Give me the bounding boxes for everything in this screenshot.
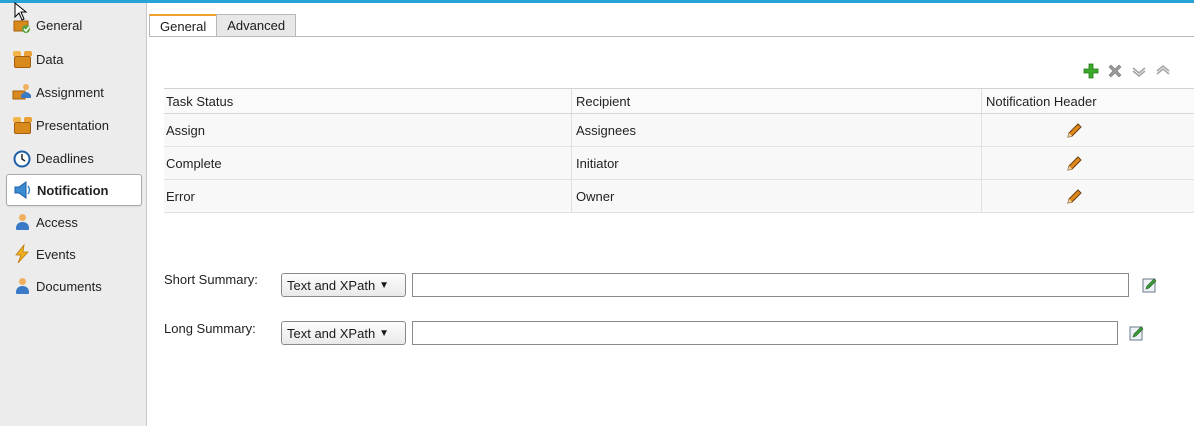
- expression-builder-icon[interactable]: [1128, 324, 1146, 342]
- select-value: Text and XPath: [287, 277, 376, 293]
- access-icon: [12, 212, 32, 232]
- sidebar-item-label: Documents: [36, 278, 102, 294]
- edit-pencil-icon[interactable]: [1064, 153, 1084, 173]
- task-status-cell: Assign: [164, 114, 572, 146]
- notification-table: Task Status Recipient Notification Heade…: [164, 88, 1194, 213]
- tab-advanced[interactable]: Advanced: [216, 14, 297, 37]
- edit-pencil-icon[interactable]: [1064, 120, 1084, 140]
- tab-general[interactable]: General: [149, 14, 218, 37]
- column-header-task-status[interactable]: Task Status: [164, 89, 572, 113]
- sidebar-item-label: Deadlines: [36, 150, 94, 166]
- dropdown-arrow-icon: ▼: [379, 279, 390, 291]
- task-status-cell: Error: [164, 180, 572, 212]
- notification-header-cell: [982, 180, 1194, 212]
- expression-builder-icon[interactable]: [1141, 276, 1159, 294]
- sidebar-item-deadlines[interactable]: Deadlines: [6, 143, 140, 173]
- presentation-icon: [12, 115, 32, 135]
- short-summary-mode-select[interactable]: Text and XPath ▼: [281, 273, 406, 297]
- sidebar-item-data[interactable]: Data: [6, 44, 140, 74]
- long-summary-input[interactable]: [412, 321, 1118, 345]
- recipient-cell: Assignees: [572, 114, 982, 146]
- notification-icon: [13, 180, 33, 200]
- table-row[interactable]: Assign Assignees: [164, 114, 1194, 147]
- column-header-notification-header[interactable]: Notification Header: [982, 89, 1194, 113]
- sidebar-item-label: Data: [36, 51, 64, 67]
- sidebar-item-label: Presentation: [36, 117, 109, 133]
- long-summary-mode-select[interactable]: Text and XPath ▼: [281, 321, 406, 345]
- sidebar-item-presentation[interactable]: Presentation: [6, 110, 140, 140]
- window-top-border: [0, 0, 1194, 3]
- tab-content-border: [149, 36, 1194, 37]
- sidebar-item-label: Access: [36, 214, 78, 230]
- delete-x-icon[interactable]: [1106, 62, 1124, 80]
- edit-pencil-icon[interactable]: [1064, 186, 1084, 206]
- table-row[interactable]: Error Owner: [164, 180, 1194, 213]
- chevron-down-icon[interactable]: [1130, 62, 1148, 80]
- select-value: Text and XPath: [287, 325, 376, 341]
- table-header-row: Task Status Recipient Notification Heade…: [164, 89, 1194, 114]
- dropdown-arrow-icon: ▼: [379, 327, 390, 339]
- sidebar-item-label: General: [36, 17, 83, 33]
- mouse-cursor-icon: [14, 2, 28, 21]
- sidebar: General Data Assignment Presentation Dea…: [0, 3, 147, 426]
- task-status-cell: Complete: [164, 147, 572, 179]
- events-lightning-icon: [12, 243, 32, 264]
- notification-header-cell: [982, 147, 1194, 179]
- notification-header-cell: [982, 114, 1194, 146]
- plus-icon[interactable]: [1082, 62, 1100, 80]
- chevron-up-icon[interactable]: [1154, 62, 1172, 80]
- recipient-cell: Initiator: [572, 147, 982, 179]
- sidebar-item-label: Events: [36, 246, 76, 262]
- data-box-icon: [12, 49, 32, 69]
- sidebar-item-label: Notification: [37, 182, 109, 198]
- recipient-cell: Owner: [572, 180, 982, 212]
- sidebar-item-events[interactable]: Events: [6, 239, 140, 269]
- assignment-icon: [12, 82, 32, 102]
- deadlines-clock-icon: [12, 148, 32, 168]
- short-summary-input[interactable]: [412, 273, 1129, 297]
- column-header-recipient[interactable]: Recipient: [572, 89, 982, 113]
- table-toolbar: [1082, 62, 1178, 80]
- documents-icon: [12, 276, 32, 296]
- table-row[interactable]: Complete Initiator: [164, 147, 1194, 180]
- long-summary-label: Long Summary:: [164, 321, 256, 336]
- sidebar-item-label: Assignment: [36, 84, 104, 100]
- sidebar-item-assignment[interactable]: Assignment: [6, 77, 140, 107]
- sidebar-item-access[interactable]: Access: [6, 207, 140, 237]
- sidebar-item-notification[interactable]: Notification: [6, 174, 142, 206]
- short-summary-label: Short Summary:: [164, 272, 258, 287]
- tab-bar: General Advanced: [149, 14, 297, 37]
- sidebar-item-documents[interactable]: Documents: [6, 271, 140, 301]
